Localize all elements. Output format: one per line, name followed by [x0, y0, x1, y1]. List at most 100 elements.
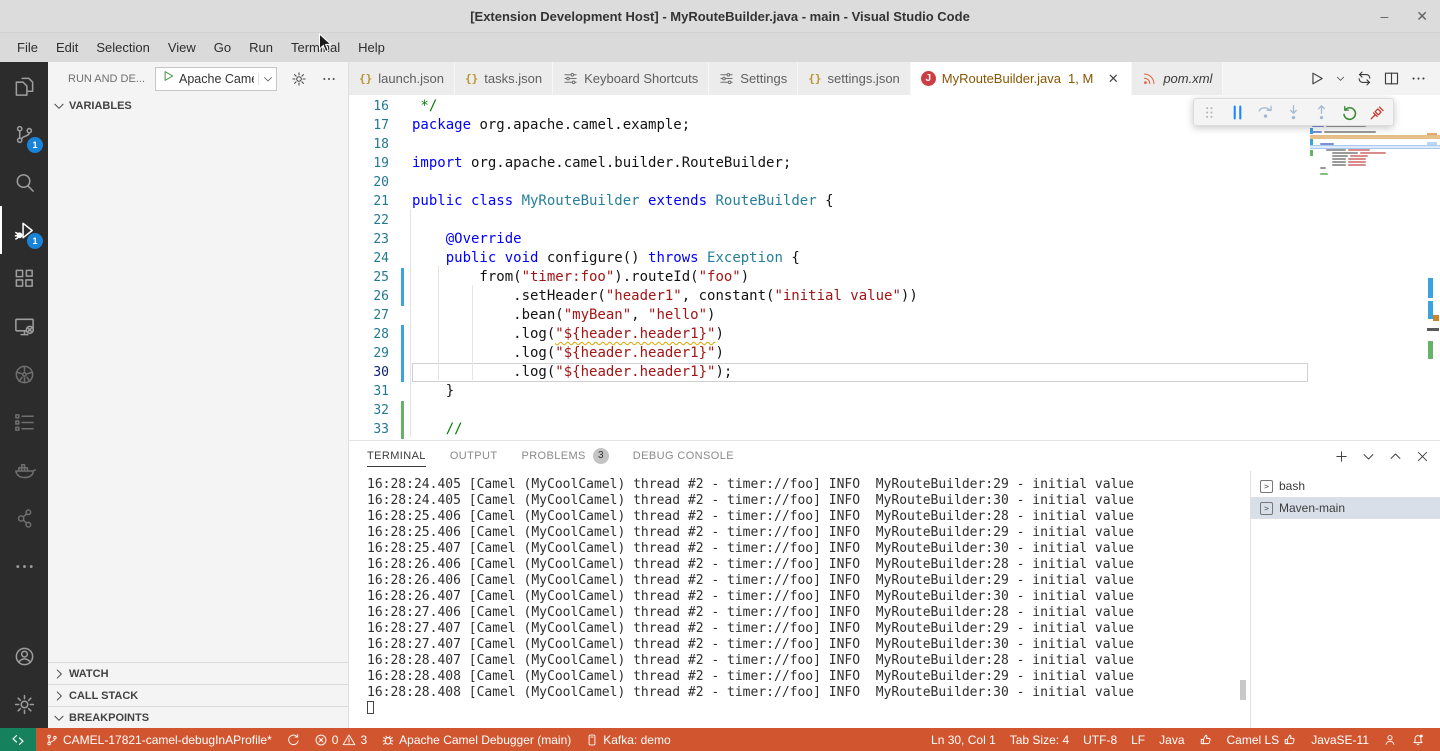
section-variables[interactable]: VARIABLES [48, 95, 348, 117]
breakpoint-margin[interactable] [349, 268, 357, 287]
chevron-down-icon[interactable] [258, 73, 274, 85]
menu-edit[interactable]: Edit [47, 33, 87, 62]
menu-file[interactable]: File [8, 33, 47, 62]
code-line-17[interactable]: 17package org.apache.camel.example; [349, 116, 1308, 135]
status-kafka-status[interactable]: Kafka: demo [578, 728, 677, 751]
terminal-output[interactable]: 16:28:24.405 [Camel (MyCoolCamel) thread… [349, 471, 1250, 728]
section-breakpoints[interactable]: BREAKPOINTS [48, 706, 348, 728]
breakpoint-margin[interactable] [349, 230, 357, 249]
breakpoint-margin[interactable] [349, 401, 357, 420]
breakpoint-margin[interactable] [349, 344, 357, 363]
status-language-mode[interactable]: Java [1152, 728, 1191, 751]
pause-button[interactable] [1228, 103, 1247, 122]
code-line-23[interactable]: 23 @Override [349, 230, 1308, 249]
panel-tab-terminal[interactable]: TERMINAL [367, 441, 426, 471]
code-line-26[interactable]: 26 .setHeader("header1", constant("initi… [349, 287, 1308, 306]
breakpoint-margin[interactable] [349, 249, 357, 268]
restart-button[interactable] [1340, 103, 1359, 122]
activity-remote-explorer[interactable] [0, 302, 48, 350]
tab-myroutebuilder-java[interactable]: JMyRouteBuilder.java1, M✕ [911, 62, 1133, 95]
launch-configuration-picker[interactable]: Apache Came [155, 67, 277, 91]
activity-explorer[interactable] [0, 62, 48, 110]
synchronize-changes-button[interactable] [1353, 67, 1376, 90]
tab-pom-xml[interactable]: pom.xml [1132, 62, 1223, 95]
gripper-button[interactable] [1200, 103, 1219, 122]
status-problems-summary[interactable]: 03 [307, 728, 374, 751]
activity-manage[interactable] [0, 680, 48, 728]
activity-kafka[interactable] [0, 494, 48, 542]
tab-settings[interactable]: Settings [709, 62, 798, 95]
breakpoint-margin[interactable] [349, 382, 357, 401]
minimize-button[interactable]: – [1380, 8, 1388, 24]
menu-run[interactable]: Run [240, 33, 282, 62]
activity-run-and-debug[interactable]: 1 [0, 206, 48, 254]
code-line-18[interactable]: 18 [349, 135, 1308, 154]
status-sync-changes[interactable] [279, 728, 307, 751]
more-actions-button[interactable] [1407, 67, 1430, 90]
breakpoint-margin[interactable] [349, 116, 357, 135]
breakpoint-margin[interactable] [349, 192, 357, 211]
code-editor[interactable]: 16 */17package org.apache.camel.example;… [349, 95, 1440, 440]
status-camel-ls-status[interactable]: Camel LS [1220, 728, 1305, 751]
maximize-panel-button[interactable] [1388, 449, 1403, 464]
breakpoint-margin[interactable] [349, 173, 357, 192]
breakpoint-margin[interactable] [349, 154, 357, 173]
activity-source-control[interactable]: 1 [0, 110, 48, 158]
activity-additional-views[interactable] [0, 542, 48, 590]
close-panel-button[interactable] [1415, 449, 1430, 464]
split-editor-button[interactable] [1380, 67, 1403, 90]
run-dropdown-button[interactable] [1332, 70, 1349, 87]
more-actions-icon[interactable] [321, 71, 337, 87]
code-line-19[interactable]: 19import org.apache.camel.builder.RouteB… [349, 154, 1308, 173]
activity-kubernetes[interactable] [0, 350, 48, 398]
menu-terminal[interactable]: Terminal [282, 33, 349, 62]
activity-test-explorer[interactable] [0, 398, 48, 446]
step-into-button[interactable] [1284, 103, 1303, 122]
section-call-stack[interactable]: CALL STACK [48, 684, 348, 706]
activity-search[interactable] [0, 158, 48, 206]
status-remote-indicator[interactable] [0, 728, 36, 751]
code-line-21[interactable]: 21public class MyRouteBuilder extends Ro… [349, 192, 1308, 211]
code-line-20[interactable]: 20 [349, 173, 1308, 192]
tab-tasks-json[interactable]: {}tasks.json [455, 62, 553, 95]
breakpoint-margin[interactable] [349, 306, 357, 325]
breakpoint-margin[interactable] [349, 287, 357, 306]
status-git-branch[interactable]: CAMEL-17821-camel-debugInAProfile* [38, 728, 279, 751]
step-out-button[interactable] [1312, 103, 1331, 122]
breakpoint-margin[interactable] [349, 363, 357, 382]
tab-keyboard-shortcuts[interactable]: Keyboard Shortcuts [553, 62, 709, 95]
breakpoint-margin[interactable] [349, 211, 357, 230]
code-line-16[interactable]: 16 */ [349, 97, 1308, 116]
section-watch[interactable]: WATCH [48, 662, 348, 684]
breakpoint-margin[interactable] [349, 325, 357, 344]
terminal-dropdown-button[interactable] [1361, 449, 1376, 464]
code-line-25[interactable]: 25 from("timer:foo").routeId("foo") [349, 268, 1308, 287]
code-line-24[interactable]: 24 public void configure() throws Except… [349, 249, 1308, 268]
code-line-32[interactable]: 32 [349, 401, 1308, 420]
configure-gear-icon[interactable] [291, 71, 307, 87]
activity-extensions[interactable] [0, 254, 48, 302]
panel-tab-problems[interactable]: PROBLEMS3 [521, 441, 608, 471]
start-debug-icon[interactable] [161, 69, 175, 88]
tab-launch-json[interactable]: {}launch.json [349, 62, 455, 95]
activity-accounts[interactable] [0, 632, 48, 680]
status-java-status[interactable] [1192, 728, 1220, 751]
tab-settings-json[interactable]: {}settings.json [798, 62, 911, 95]
terminal-scrollbar[interactable] [1240, 680, 1246, 700]
status-indentation[interactable]: Tab Size: 4 [1003, 728, 1076, 751]
breakpoint-margin[interactable] [349, 420, 357, 439]
menu-help[interactable]: Help [349, 33, 394, 62]
code-line-31[interactable]: 31 } [349, 382, 1308, 401]
breakpoint-margin[interactable] [349, 135, 357, 154]
launch-configuration-value[interactable]: Apache Came [179, 72, 254, 86]
menu-selection[interactable]: Selection [87, 33, 158, 62]
status-eol[interactable]: LF [1124, 728, 1152, 751]
terminal-maven-main[interactable]: >Maven-main [1251, 497, 1440, 519]
code-line-33[interactable]: 33 // [349, 420, 1308, 439]
status-java-runtime[interactable]: JavaSE-11 [1304, 728, 1376, 751]
code-line-22[interactable]: 22 [349, 211, 1308, 230]
status-encoding[interactable]: UTF-8 [1076, 728, 1124, 751]
code-line-27[interactable]: 27 .bean("myBean", "hello") [349, 306, 1308, 325]
menu-view[interactable]: View [159, 33, 205, 62]
code-line-30[interactable]: 30 .log("${header.header1}"); [349, 363, 1308, 382]
